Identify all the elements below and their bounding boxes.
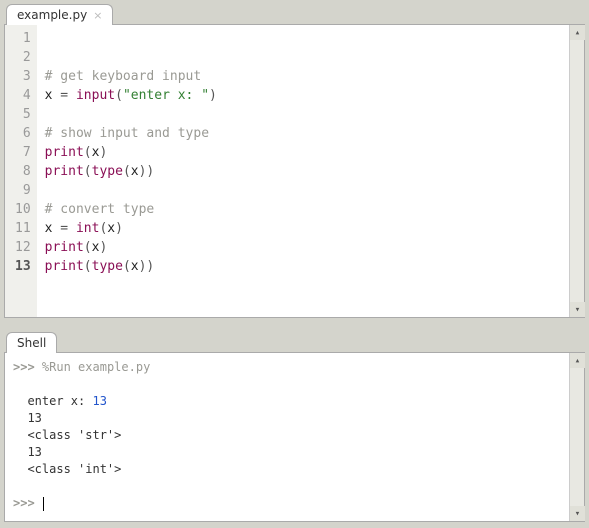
line-number: 5 <box>15 105 31 124</box>
shell-run-cmd: %Run example.py <box>42 360 150 374</box>
close-icon[interactable]: × <box>93 9 102 22</box>
code-editor[interactable]: 12345678910111213 # get keyboard input x… <box>5 25 584 317</box>
editor-area: 12345678910111213 # get keyboard input x… <box>4 24 585 318</box>
editor-tabbar: example.py × <box>0 0 589 24</box>
shell-tabbar: Shell <box>0 328 589 352</box>
shell-scrollbar[interactable]: ▴ ▾ <box>569 353 584 521</box>
scroll-up-icon[interactable]: ▴ <box>570 25 585 40</box>
shell-output-line: enter x: <box>13 394 92 408</box>
shell-tab[interactable]: Shell <box>6 332 57 353</box>
code-comment: # show input and type <box>45 126 209 141</box>
editor-panel: example.py × 12345678910111213 # get key… <box>0 0 589 318</box>
scroll-down-icon[interactable]: ▾ <box>570 506 585 521</box>
code-comment: # convert type <box>45 202 155 217</box>
shell-output-line: <class 'int'> <box>13 462 121 476</box>
shell-panel: Shell >>> %Run example.py enter x: 13 13… <box>0 328 589 522</box>
shell-prompt: >>> <box>13 496 35 510</box>
line-number: 12 <box>15 238 31 257</box>
line-number: 1 <box>15 29 31 48</box>
line-number: 11 <box>15 219 31 238</box>
line-number-gutter: 12345678910111213 <box>5 25 37 317</box>
line-number: 2 <box>15 48 31 67</box>
editor-tab-label: example.py <box>17 8 87 22</box>
shell-tab-label: Shell <box>17 336 46 350</box>
line-number: 10 <box>15 200 31 219</box>
editor-scrollbar[interactable]: ▴ ▾ <box>569 25 584 317</box>
line-number: 3 <box>15 67 31 86</box>
line-number: 8 <box>15 162 31 181</box>
shell-output-line: 13 <box>13 411 42 425</box>
shell-area: >>> %Run example.py enter x: 13 13 <clas… <box>4 352 585 522</box>
shell-prompt: >>> <box>13 360 35 374</box>
line-number: 6 <box>15 124 31 143</box>
line-number: 9 <box>15 181 31 200</box>
scroll-up-icon[interactable]: ▴ <box>570 353 585 368</box>
shell-output-line: 13 <box>13 445 42 459</box>
shell-user-input: 13 <box>92 394 106 408</box>
cursor-icon <box>43 497 44 511</box>
line-number: 4 <box>15 86 31 105</box>
code-content[interactable]: # get keyboard input x = input("enter x:… <box>37 25 569 317</box>
code-comment: # get keyboard input <box>45 69 202 84</box>
editor-tab[interactable]: example.py × <box>6 4 113 25</box>
line-number: 7 <box>15 143 31 162</box>
scroll-down-icon[interactable]: ▾ <box>570 302 585 317</box>
line-number: 13 <box>15 257 31 276</box>
shell-output-line: <class 'str'> <box>13 428 121 442</box>
shell-content[interactable]: >>> %Run example.py enter x: 13 13 <clas… <box>5 353 584 521</box>
